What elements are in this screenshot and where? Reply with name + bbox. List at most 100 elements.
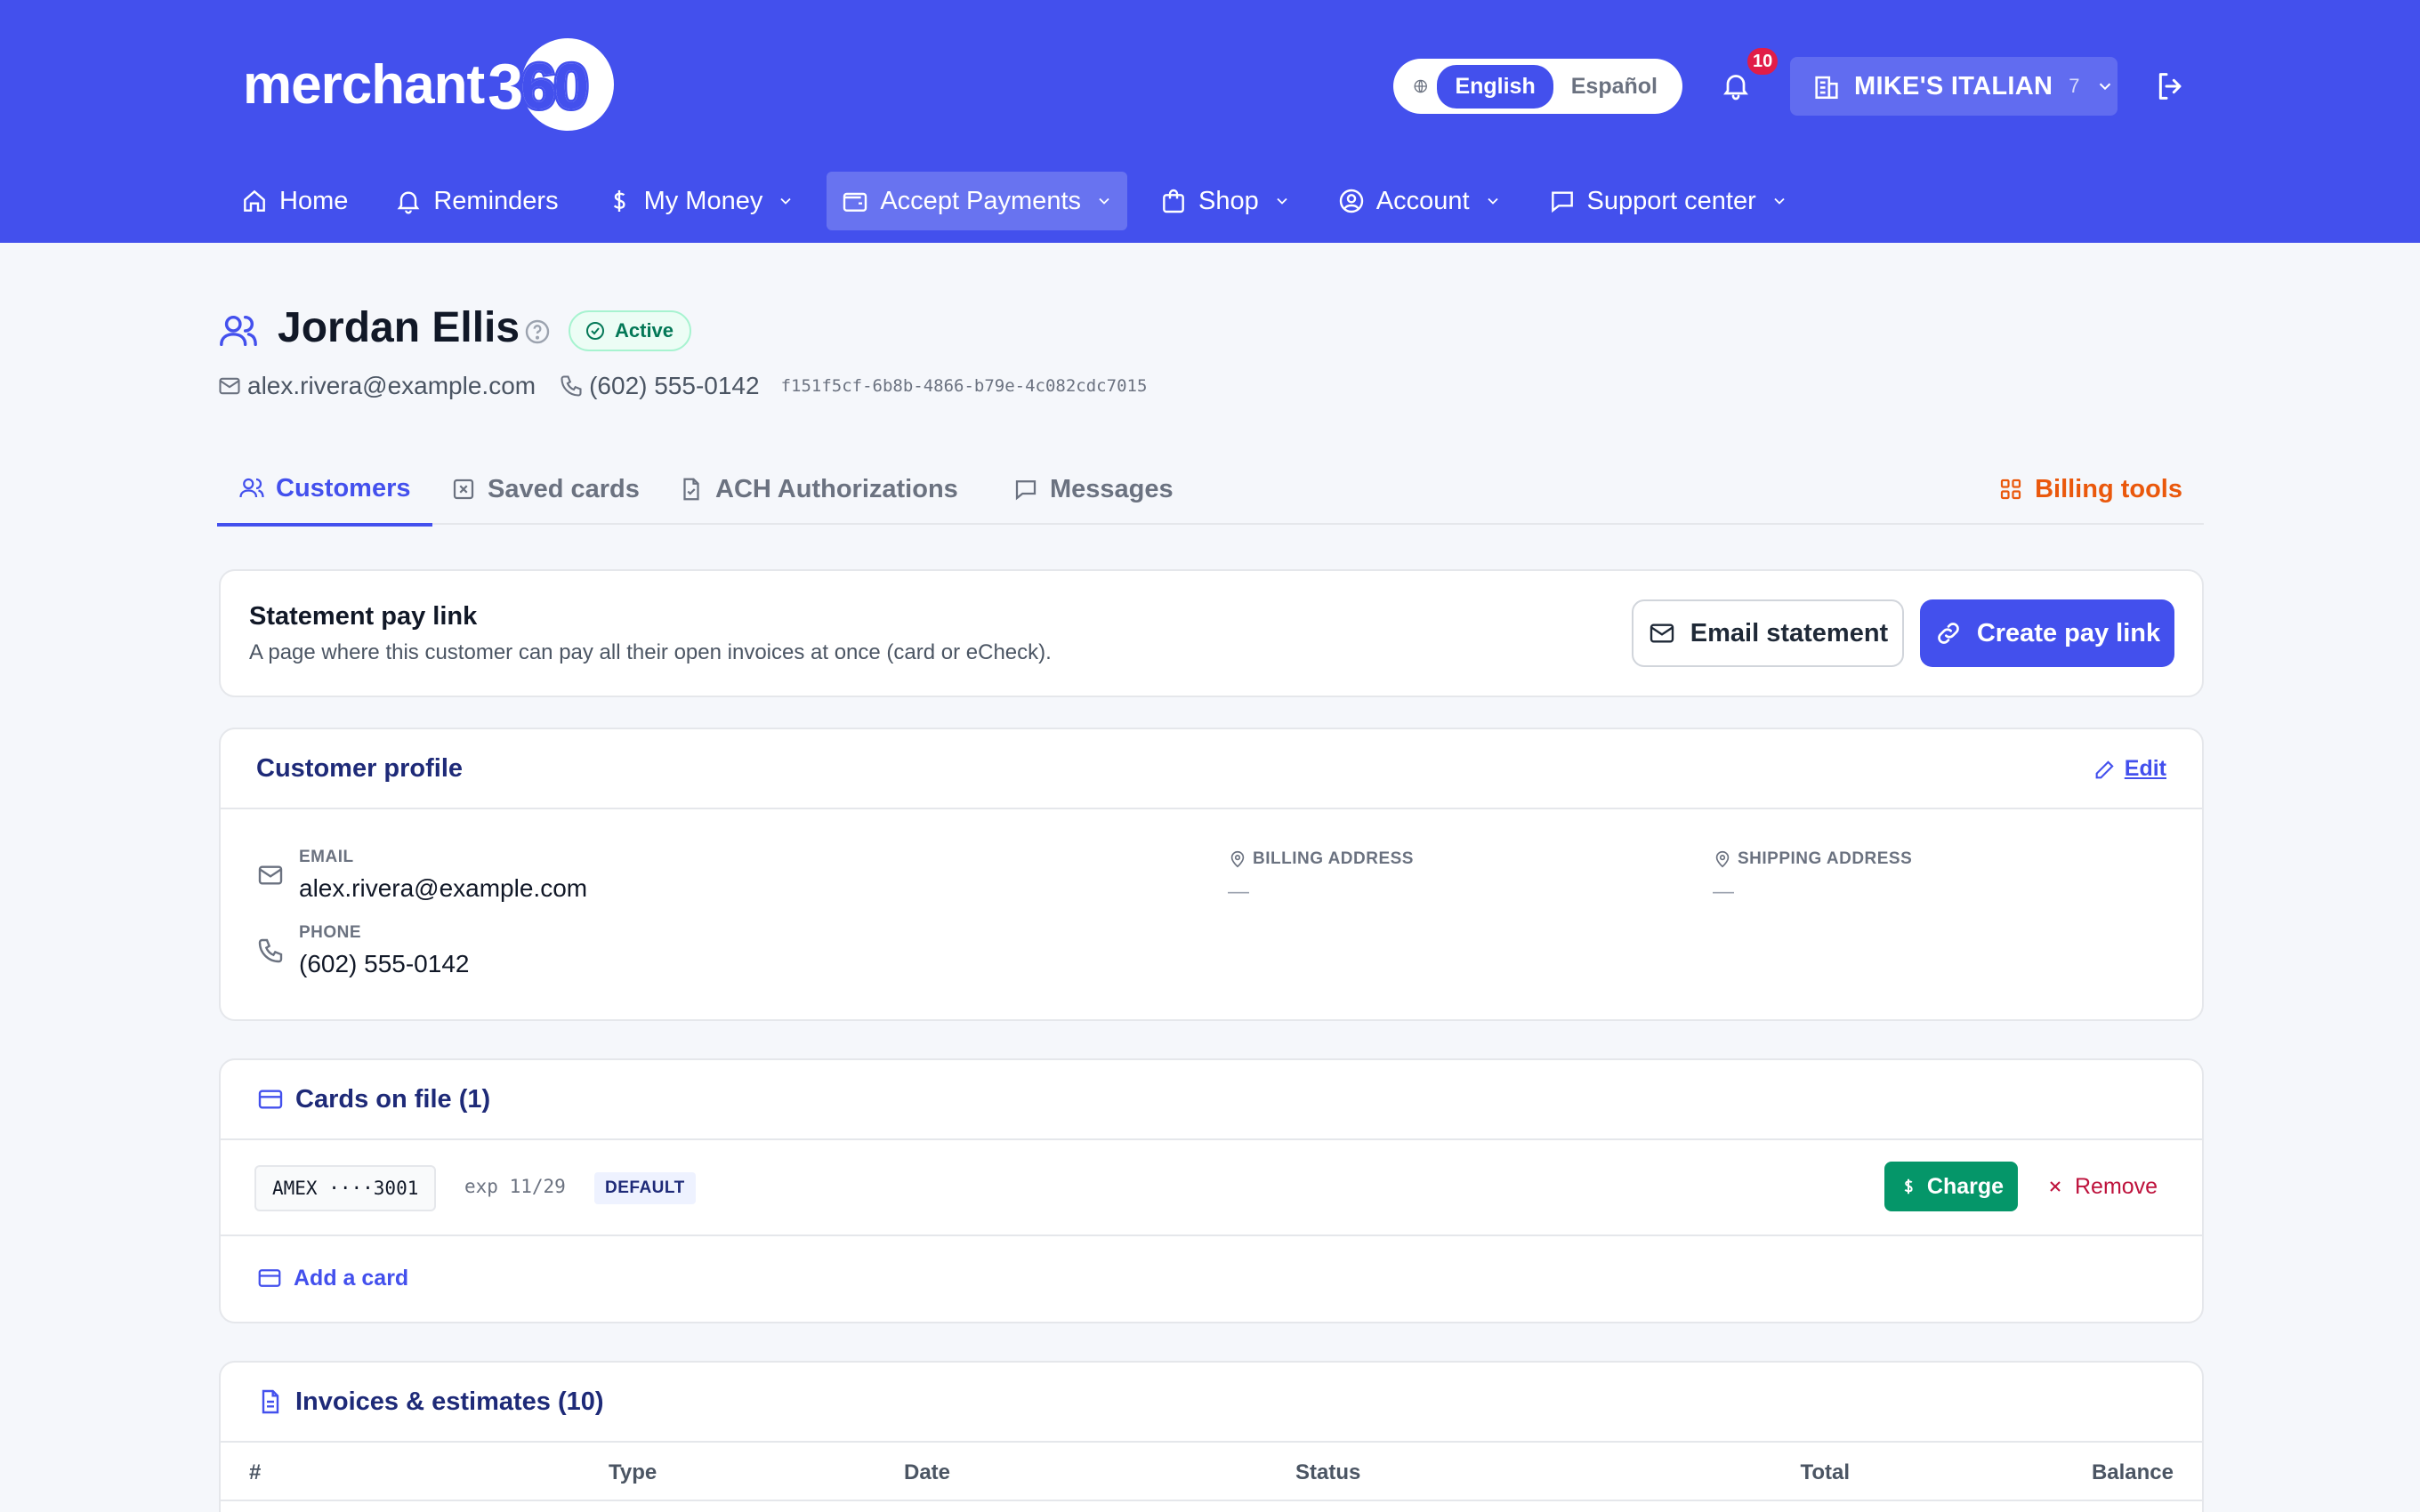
nav-reminders[interactable]: Reminders [380,172,572,230]
top-header: merchant 360 360 English Español 10 MIKE… [0,0,2420,243]
mail-icon [1650,623,1674,643]
shopping-bag-icon [1163,189,1184,213]
create-pay-link-button[interactable]: Create pay link [1920,599,2174,667]
language-switcher: English Español [1393,59,1682,114]
merchant360-logo[interactable]: merchant 360 360 [243,36,615,133]
credit-card-icon [258,1269,281,1287]
nav-accept-payments[interactable]: Accept Payments [827,172,1127,230]
billing-address-label: BILLING ADDRESS [1253,849,1414,868]
tab-messages[interactable]: Messages [991,454,1195,525]
customer-id: f151f5cf-6b8b-4866-b79e-4c082cdc7015 [780,376,1148,396]
chevron-down-icon [1487,197,1498,205]
logo-number-badge: 360 360 [486,38,615,131]
col-date[interactable]: Date [904,1460,950,1485]
col-type[interactable]: Type [609,1460,657,1485]
tab-customers[interactable]: Customers [217,454,432,527]
cards-on-file-header: Cards on file (1) [221,1060,2202,1140]
saved-card-row: AMEX ····3001 exp 11/29 DEFAULT Charge R… [221,1140,2202,1236]
email-statement-button[interactable]: Email statement [1632,599,1904,667]
col-balance[interactable]: Balance [2092,1460,2174,1485]
profile-phone-field: PHONE (602) 555-0142 [299,923,469,978]
chevron-down-icon [2100,83,2111,91]
customer-profile-card: Customer profile Edit EMAIL alex.rivera@… [219,728,2204,1021]
wallet-icon [843,192,867,212]
customer-tabs: Customers Saved cards ACH Authorizations… [217,454,2204,527]
mail-icon [258,865,283,885]
card-expiry: exp 11/29 [464,1176,566,1197]
shipping-address-field: SHIPPING ADDRESS — [1713,849,1912,905]
store-name: MIKE'S ITALIAN [1854,71,2053,101]
language-espanol[interactable]: Español [1553,65,1675,109]
edit-profile-link[interactable]: Edit [2093,756,2166,782]
file-text-icon [262,1389,279,1414]
paylink-subtitle: A page where this customer can pay all t… [249,639,1052,664]
remove-card-button[interactable]: Remove [2046,1162,2158,1211]
customer-contact-line: alex.rivera@example.com (602) 555-0142 f… [217,372,1147,400]
language-english[interactable]: English [1437,64,1553,109]
check-circle-icon [586,322,604,340]
building-icon [1815,76,1838,100]
close-icon [2050,1181,2061,1192]
cards-on-file-card: Cards on file (1) AMEX ····3001 exp 11/2… [219,1058,2204,1323]
dollar-icon [1904,1178,1913,1194]
pencil-icon [2095,760,2114,778]
status-badge: Active [569,310,692,351]
chevron-down-icon [1774,197,1785,205]
invoices-table-header: # Type Date Status Total Balance [221,1443,2202,1501]
chevron-down-icon [1099,197,1109,205]
globe-icon [1414,79,1427,93]
help-circle-icon[interactable] [523,318,552,346]
email-label: EMAIL [299,848,354,866]
users-icon [220,315,257,347]
user-circle-icon [1339,189,1363,213]
logout-icon[interactable] [2153,68,2189,104]
profile-header: Customer profile [221,729,2202,809]
charge-button[interactable]: Charge [1884,1162,2018,1211]
profile-title: Customer profile [256,753,464,783]
profile-email: alex.rivera@example.com [299,874,588,902]
paylink-title: Statement pay link [249,601,478,631]
dollar-icon [613,190,625,212]
map-pin-icon [1715,850,1730,868]
shipping-address-label: SHIPPING ADDRESS [1738,849,1913,868]
phone-icon [258,938,283,963]
add-card-link[interactable]: Add a card [256,1265,408,1291]
notifications-count-badge: 10 [1746,46,1780,76]
customer-email: alex.rivera@example.com [247,372,536,399]
file-check-icon [683,478,699,501]
bell-icon [397,191,420,214]
tab-saved-cards[interactable]: Saved cards [429,454,661,525]
nav-home[interactable]: Home [226,172,362,230]
tab-ach-authorizations[interactable]: ACH Authorizations [657,454,980,525]
main-nav: Home Reminders My Money Accept Payments … [226,172,1820,230]
chat-icon [1551,191,1573,213]
nav-support-center[interactable]: Support center [1534,172,1803,230]
customer-name: Jordan Ellis [278,304,520,351]
shipping-address-value: — [1713,880,1734,904]
nav-shop[interactable]: Shop [1145,172,1305,230]
grid-icon [2000,479,2021,500]
default-badge: DEFAULT [594,1172,696,1204]
col-status[interactable]: Status [1295,1460,1360,1485]
billing-address-value: — [1228,880,1249,904]
notifications-bell-icon[interactable] [1720,68,1752,103]
cards-on-file-title: Cards on file (1) [295,1084,491,1114]
billing-address-field: BILLING ADDRESS — [1228,849,1414,905]
x-square-icon [453,479,474,500]
map-pin-icon [1230,850,1245,868]
nav-my-money[interactable]: My Money [591,172,810,230]
col-number[interactable]: # [249,1460,261,1485]
col-total[interactable]: Total [1800,1460,1850,1485]
credit-card-icon [258,1090,283,1109]
chevron-down-icon [780,197,791,205]
link-icon [1938,623,1959,644]
nav-account[interactable]: Account [1323,172,1516,230]
store-switcher[interactable]: MIKE'S ITALIAN 7 [1790,57,2118,116]
chevron-down-icon [1277,197,1287,205]
tab-billing-tools[interactable]: Billing tools [1976,454,2204,525]
logo-text: merchant [243,53,485,116]
mail-icon [219,377,240,395]
profile-email-field: EMAIL alex.rivera@example.com [299,848,587,903]
message-square-icon [1015,480,1037,501]
store-count: 7 [2069,75,2080,97]
